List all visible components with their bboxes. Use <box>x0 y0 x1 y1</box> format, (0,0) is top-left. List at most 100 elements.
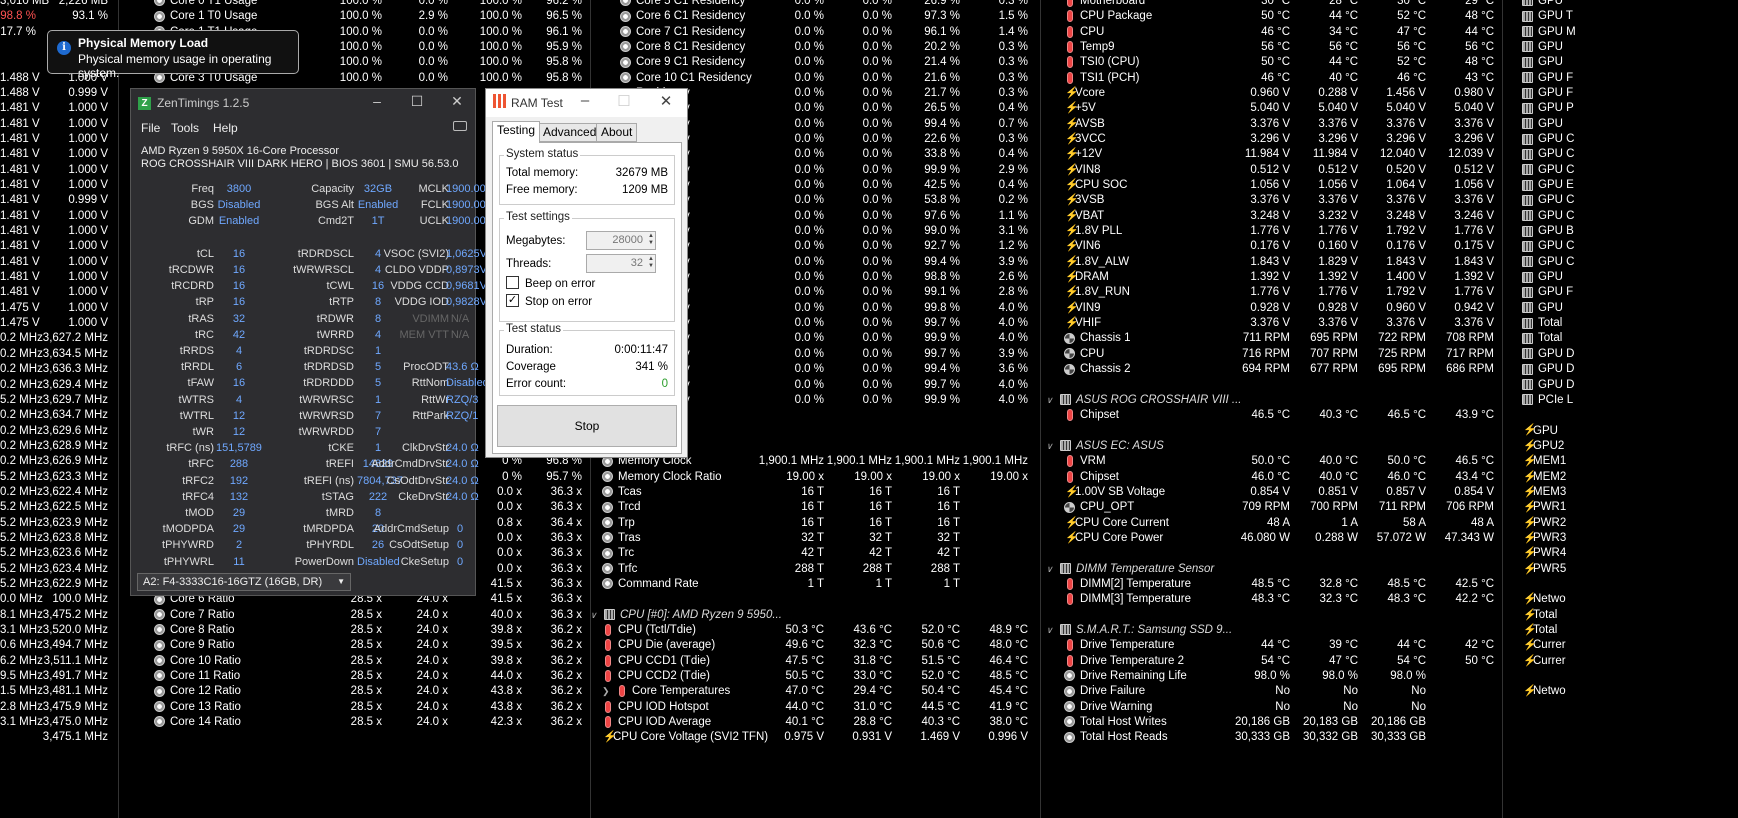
timing-label: RttNom <box>411 377 449 390</box>
sensor-value: 99.9 % <box>924 393 960 406</box>
error-count-label: Error count: <box>506 378 567 390</box>
thermometer-icon <box>1067 10 1073 23</box>
timing-value: 1900.00 <box>446 199 486 212</box>
spinner-icon[interactable]: ▲ ▼ <box>648 256 654 270</box>
screenshot-icon[interactable] <box>453 121 467 131</box>
checkmark-icon[interactable]: ✓ <box>506 294 519 308</box>
thermometer-icon <box>619 685 625 698</box>
sensor-icon <box>1522 286 1533 298</box>
sensor-icon <box>1522 10 1533 22</box>
sensor-column-5: GPU GPU T GPU M GPU GPU GPU F GPU F GPU P GPU GPU… <box>1502 0 1738 818</box>
total-memory-label: Total memory: <box>506 167 579 179</box>
testing-panel: System status Total memory: 32679 MB Free… <box>492 142 682 454</box>
sensor-row[interactable]: PWR5 <box>1502 561 1738 578</box>
stop-button[interactable]: Stop <box>497 405 677 447</box>
sensor-row[interactable]: Netwo <box>1502 683 1738 700</box>
close-icon[interactable]: ✕ <box>656 92 676 110</box>
minimize-icon[interactable]: – <box>575 92 595 109</box>
timing-row: tPHYWRD 2 tPHYRDL 26 CsOdtSetup 0 <box>131 537 477 553</box>
tab-about[interactable]: About <box>596 123 638 142</box>
timing-label: tRCDRD <box>171 280 214 293</box>
sensor-row[interactable]: Command Rate 1 T 1 T 1 T <box>590 576 1040 593</box>
close-icon[interactable]: ✕ <box>447 93 467 110</box>
sensor-row[interactable]: 3,475.1 MHz <box>0 729 118 746</box>
clock-icon <box>154 670 165 682</box>
clock-icon <box>620 41 631 53</box>
clock-icon <box>602 563 613 575</box>
fan-icon <box>1064 348 1075 360</box>
timing-label: MCLK <box>418 183 449 195</box>
sensor-value: 95.8 % <box>546 71 582 84</box>
thermometer-icon <box>605 715 611 728</box>
timing-label: tWRWRDD <box>298 426 354 438</box>
sensor-value: 1 T <box>807 577 824 590</box>
tab-testing[interactable]: Testing <box>492 121 541 143</box>
timing-value: 0 <box>456 523 464 536</box>
sensor-icon <box>1060 394 1071 406</box>
tab-advanced[interactable]: Advanced <box>538 123 602 142</box>
dimm-select[interactable]: A2: F4-3333C16-16GTZ (16GB, DR) ▼ <box>137 573 351 591</box>
spinner-icon[interactable]: ▲ ▼ <box>648 233 654 247</box>
sensor-icon <box>1522 133 1533 145</box>
thermometer-icon <box>1067 654 1073 667</box>
timing-value: 0,9828V <box>446 296 487 309</box>
timing-label: tMRD <box>325 507 354 519</box>
sensor-icon <box>1522 72 1533 84</box>
timing-value: 192 <box>229 474 249 487</box>
coverage-value: 341 % <box>635 361 668 373</box>
test-settings-group: Test settings Megabytes: 28000 ▲ ▼ Threads… <box>499 211 675 322</box>
timing-value: 11 <box>233 555 245 568</box>
timing-value: 8 <box>374 507 382 519</box>
timing-label: AddrCmdSetup <box>373 523 449 536</box>
stop-on-error-checkbox[interactable]: ✓ Stop on error <box>506 294 592 310</box>
menu-file[interactable]: File <box>141 121 160 135</box>
sensor-row[interactable]: Total Host Reads 30,333 GB 30,332 GB 30,333… <box>1040 729 1502 746</box>
checkbox-unchecked-icon[interactable] <box>506 276 519 290</box>
sensor-icon <box>1522 302 1533 314</box>
timing-value: 7 <box>374 426 382 438</box>
beep-on-error-checkbox[interactable]: Beep on error <box>506 276 595 292</box>
sensor-value: 24.0 x <box>416 715 448 728</box>
sensor-row[interactable]: Currer <box>1502 653 1738 670</box>
timing-value: RZQ/1 <box>446 409 479 422</box>
timing-label: RttWr <box>421 393 449 406</box>
thermometer-icon <box>1067 593 1073 606</box>
sensor-icon <box>1522 256 1533 268</box>
megabytes-input[interactable]: 28000 ▲ ▼ <box>586 231 656 250</box>
timing-value: 0,9681V <box>446 280 487 293</box>
timing-value: 1900.00 <box>446 215 486 228</box>
timing-value: 0 <box>456 555 464 568</box>
timing-label: tRFC4 <box>182 490 214 503</box>
sensor-row[interactable]: Core 14 Ratio 28.5 x 24.0 x 42.3 x 36.2 x <box>118 714 590 731</box>
ramtest-titlebar[interactable]: RAM Test – ☐ ✕ <box>486 89 687 117</box>
zentimings-titlebar[interactable]: Z ZenTimings 1.2.5 – ☐ ✕ <box>131 89 475 117</box>
chevron-down-icon: ▼ <box>337 577 345 586</box>
fan-icon <box>1064 332 1075 344</box>
coverage-label: Coverage <box>506 361 556 373</box>
sensor-value: 1 T <box>943 577 960 590</box>
sensor-value: 3,475.1 MHz <box>42 731 108 744</box>
timing-value: 24.0 Ω <box>446 442 479 455</box>
sensor-value: 1.469 V <box>920 731 960 744</box>
clock-icon <box>154 639 165 651</box>
tooltip-text: Physical memory usage in operating syste… <box>78 52 272 80</box>
menu-tools[interactable]: Tools <box>171 121 199 135</box>
sensor-column-4: Motherboard 30 °C 28 °C 30 °C 29 °C CPU Packa… <box>1040 0 1502 818</box>
timing-label: tPHYWRL <box>163 555 214 568</box>
clock-icon <box>154 10 165 22</box>
maximize-icon[interactable]: ☐ <box>407 93 427 110</box>
sensor-label: Currer <box>1523 653 1566 670</box>
thermometer-icon <box>1067 455 1073 468</box>
sensor-icon <box>1522 332 1533 344</box>
sensor-row[interactable]: PCIe L <box>1502 392 1738 409</box>
cpu-name: AMD Ryzen 9 5950X 16-Core Processor <box>141 145 340 157</box>
timing-label: tRRDS <box>179 345 214 357</box>
timing-row: GDM Enabled Cmd2T 1T UCLK 1900.00 <box>131 213 486 229</box>
sensor-row[interactable]: CPU Core Voltage (SVI2 TFN) 0.975 V 0.931 … <box>590 729 1040 746</box>
menu-help[interactable]: Help <box>213 121 238 135</box>
ramtest-logo-icon <box>493 94 506 108</box>
threads-input[interactable]: 32 ▲ ▼ <box>586 254 656 273</box>
clock-icon <box>602 517 613 529</box>
sensor-icon <box>1522 102 1533 114</box>
minimize-icon[interactable]: – <box>367 93 387 109</box>
